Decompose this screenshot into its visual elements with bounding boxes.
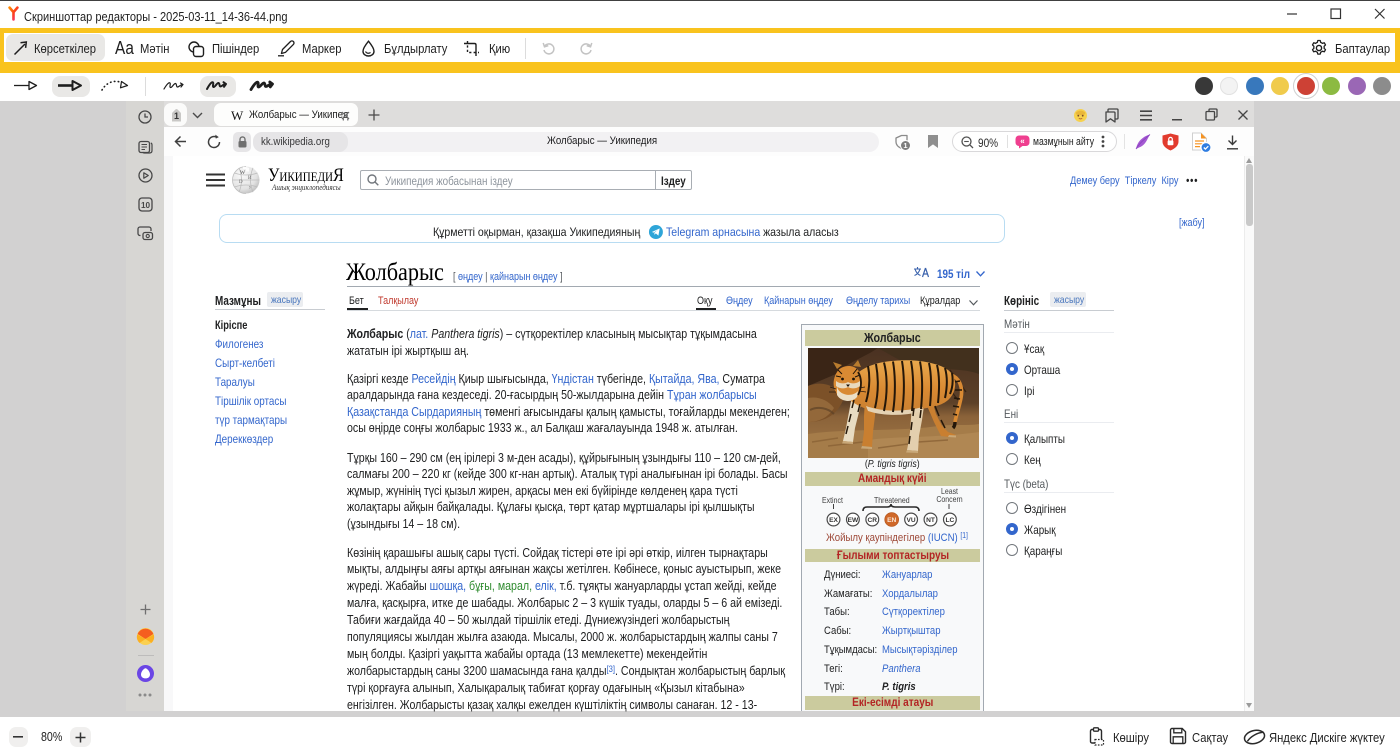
svg-text:«: « xyxy=(1020,136,1025,145)
svg-text:И: И xyxy=(248,176,252,181)
svg-text:VU: VU xyxy=(907,516,916,523)
svg-text:1: 1 xyxy=(903,141,907,150)
svg-text:D: D xyxy=(239,180,243,185)
svg-text:10: 10 xyxy=(141,201,151,210)
svg-text:1: 1 xyxy=(173,111,178,121)
svg-text:EW: EW xyxy=(848,516,859,523)
svg-text:EN: EN xyxy=(887,516,896,523)
svg-text:W: W xyxy=(240,170,246,176)
svg-text:NT: NT xyxy=(926,516,935,523)
svg-text:EX: EX xyxy=(829,516,838,523)
svg-text:LC: LC xyxy=(946,516,955,523)
svg-text:CR: CR xyxy=(868,516,878,523)
